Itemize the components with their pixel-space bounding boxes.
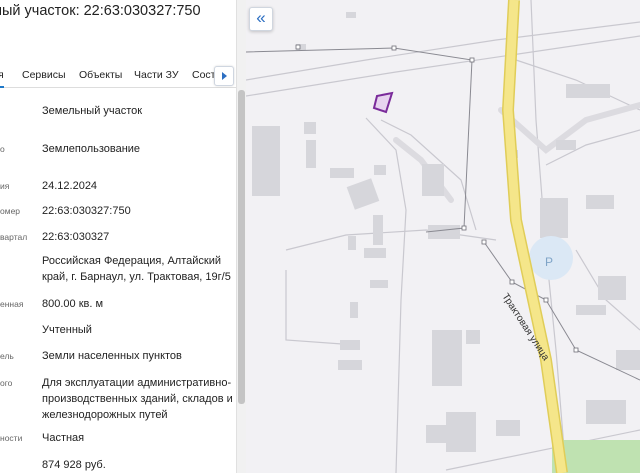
collapse-panel-button[interactable]: « — [249, 7, 273, 31]
field-label: ель — [0, 351, 14, 361]
parking-label: P — [545, 255, 553, 269]
tabs-scroll-right-icon[interactable] — [214, 66, 234, 86]
field-value: Частная — [42, 432, 85, 444]
field-value: 874 928 руб. — [42, 459, 106, 471]
field-value: 22:63:030327 — [42, 231, 110, 243]
field-label: о — [0, 144, 5, 154]
panel-title: ный участок: 22:63:030327:750 — [0, 3, 201, 19]
field-label: ия — [0, 181, 10, 191]
field-value: 22:63:030327:750 — [42, 205, 131, 217]
field-value: Российская Федерация, Алтайский край, г.… — [42, 255, 231, 283]
map-svg: P Трактовая улица — [246, 0, 640, 473]
info-panel: ный участок: 22:63:030327:750 я Сервисы … — [0, 0, 246, 473]
field-value: 24.12.2024 — [42, 180, 98, 192]
tab-info[interactable]: я — [0, 69, 4, 88]
field-value: Учтенный — [42, 324, 92, 336]
field-label: ности — [0, 433, 23, 443]
field-value: Земли населенных пунктов — [42, 350, 182, 362]
tab-parts[interactable]: Части ЗУ — [134, 69, 179, 81]
scrollbar-thumb[interactable] — [238, 90, 245, 404]
field-label: вартал — [0, 232, 28, 242]
field-label: омер — [0, 206, 21, 216]
tab-bar: я Сервисы Объекты Части ЗУ Соста — [0, 64, 236, 88]
field-value: 800.00 кв. м — [42, 298, 104, 310]
field-value: Земельный участок — [42, 105, 143, 117]
tab-services[interactable]: Сервисы — [22, 69, 66, 81]
selected-parcel[interactable] — [372, 91, 394, 114]
field-value: Землепользование — [42, 143, 141, 155]
field-label: енная — [0, 299, 24, 309]
field-label: ого — [0, 378, 13, 388]
field-value: Для эксплуатации административно-произво… — [42, 377, 233, 421]
tab-objects[interactable]: Объекты — [79, 69, 122, 81]
map-canvas[interactable]: P Трактовая улица — [246, 0, 640, 473]
